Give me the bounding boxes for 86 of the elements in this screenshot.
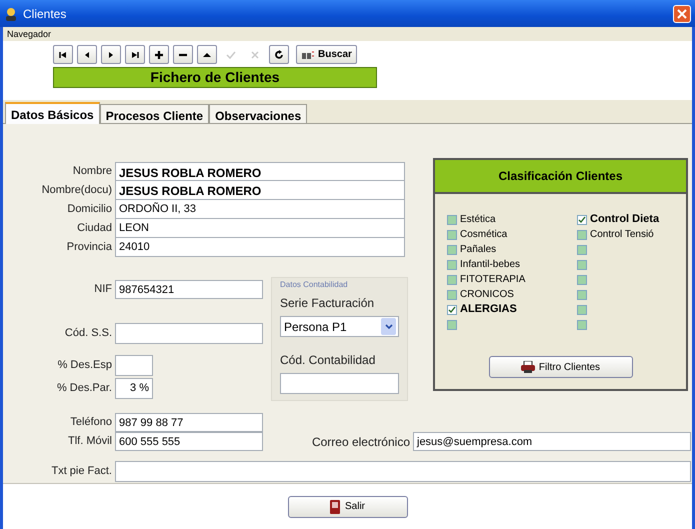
field-label: Txt pie Fact. — [50, 464, 113, 480]
close-icon — [677, 8, 687, 18]
checkbox[interactable] — [447, 290, 457, 300]
window-title: Clientes — [23, 6, 66, 22]
tab[interactable]: Observaciones — [209, 104, 308, 123]
checkmark-icon — [226, 50, 236, 60]
plus-icon — [154, 50, 164, 60]
checkbox[interactable] — [577, 304, 587, 314]
group-title: Datos Contabilidad — [280, 279, 349, 291]
field-label: % Des.Esp — [56, 358, 113, 373]
toolbar-button[interactable] — [149, 45, 169, 64]
field-label: % Des.Par. — [56, 380, 113, 396]
toolbar-button[interactable] — [53, 45, 73, 64]
text-field[interactable]: 600 555 555 — [115, 432, 263, 451]
text-field[interactable]: LEON — [115, 219, 405, 238]
printer-icon — [520, 361, 535, 373]
text-field[interactable]: JESUS ROBLA ROMERO — [115, 181, 405, 200]
checkbox[interactable] — [577, 230, 587, 240]
field-label: Cód. S.S. — [64, 326, 113, 341]
text-field[interactable]: 3 % — [115, 378, 153, 398]
tab[interactable]: Procesos Cliente — [100, 104, 210, 123]
field-label: Correo electrónico — [310, 434, 411, 450]
checkbox[interactable] — [447, 214, 457, 224]
field-label: Serie Facturación — [280, 295, 376, 312]
field-label: Tlf. Móvil — [67, 434, 113, 450]
text-field[interactable]: 987 99 88 77 — [115, 413, 263, 432]
text-field[interactable] — [115, 354, 153, 376]
checkbox[interactable] — [577, 260, 587, 270]
text-field[interactable]: ORDOÑO II, 33 — [115, 200, 405, 219]
checkbox-label: Cosmética — [460, 228, 508, 242]
checkbox-label: Control Dieta — [590, 212, 660, 228]
field-label: Teléfono — [69, 415, 113, 430]
close-button[interactable] — [673, 4, 691, 22]
text-field[interactable] — [280, 373, 399, 394]
field-label: Cód. Contabilidad — [280, 352, 376, 369]
checkbox-label: CRONICOS — [460, 288, 514, 302]
menu-item[interactable]: Navegador — [7, 29, 52, 39]
last-record-icon — [130, 50, 140, 60]
toolbar-button[interactable] — [101, 45, 121, 64]
tab[interactable]: Datos Básicos — [5, 102, 100, 124]
search-button[interactable]: Buscar — [296, 45, 357, 64]
checkbox-label: ALERGIAS — [460, 302, 517, 318]
banner-title: Fichero de Clientes — [53, 67, 377, 88]
checkbox[interactable] — [447, 230, 457, 240]
chevron-down-icon — [384, 324, 392, 330]
checkbox[interactable] — [447, 304, 457, 314]
toolbar-button[interactable] — [197, 45, 217, 64]
checkbox[interactable] — [447, 274, 457, 284]
checkbox-label: Pañales — [460, 243, 496, 257]
cross-icon — [250, 50, 260, 60]
checkbox[interactable] — [577, 214, 587, 224]
field-label: Domicilio — [66, 202, 113, 218]
field-label: Provincia — [66, 240, 113, 256]
checkbox-label: Estética — [460, 213, 496, 227]
text-field[interactable] — [115, 322, 263, 344]
toolbar-button[interactable] — [269, 45, 289, 64]
checkbox[interactable] — [577, 320, 587, 330]
filter-button[interactable]: Filtro Clientes — [488, 356, 632, 378]
checkbox-label: Infantil-bebes — [460, 258, 520, 272]
toolbar-button[interactable] — [125, 45, 145, 64]
text-field[interactable]: JESUS ROBLA ROMERO — [115, 162, 405, 181]
toolbar-button[interactable] — [77, 45, 97, 64]
field-label: NIF — [93, 282, 113, 297]
checkbox-label: FITOTERAPIA — [460, 273, 526, 287]
text-field[interactable] — [115, 461, 691, 482]
field-label: Nombre — [72, 164, 113, 180]
checkbox[interactable] — [447, 320, 457, 330]
text-field[interactable]: jesus@suempresa.com — [413, 432, 691, 451]
field-label: Nombre(docu) — [40, 183, 113, 198]
checkbox-label: Control Tensió — [590, 228, 654, 242]
checkbox[interactable] — [447, 260, 457, 270]
first-record-icon — [58, 50, 68, 60]
toolbar-button[interactable] — [173, 45, 193, 64]
app-icon — [4, 6, 18, 20]
refresh-icon — [274, 50, 284, 60]
group-header: Clasificación Clientes — [435, 160, 686, 194]
text-field[interactable]: 24010 — [115, 238, 405, 257]
door-icon — [330, 500, 340, 514]
field-label: Ciudad — [76, 221, 113, 236]
checkbox[interactable] — [577, 290, 587, 300]
checkbox[interactable] — [577, 244, 587, 254]
text-field[interactable]: 987654321 — [115, 280, 263, 298]
checkbox[interactable] — [447, 244, 457, 254]
checkbox[interactable] — [577, 274, 587, 284]
dropdown[interactable]: Persona P1 — [280, 316, 399, 337]
exit-button[interactable]: Salir — [288, 496, 408, 518]
